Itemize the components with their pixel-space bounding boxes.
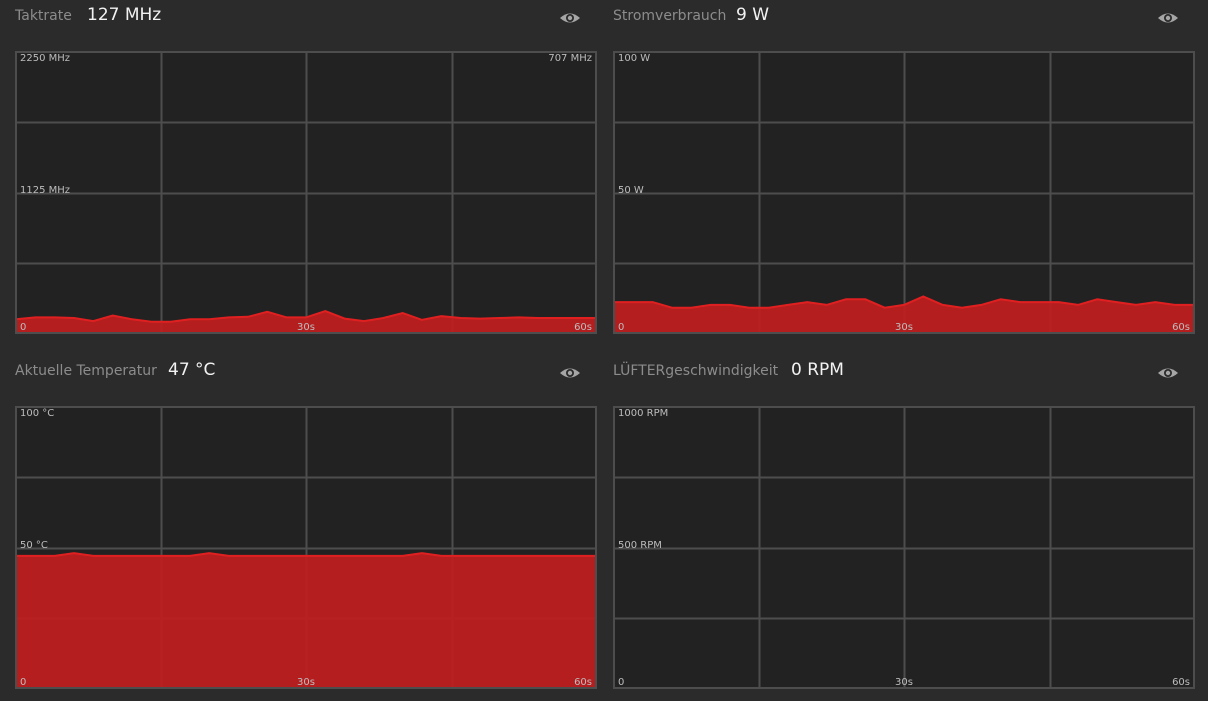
y-max-tick: 100 °C [20, 408, 55, 419]
chart-grid [613, 406, 1195, 689]
x-mid-tick: 30s [895, 677, 913, 688]
temperature-value: 47 °C [168, 360, 216, 380]
eye-icon[interactable] [558, 8, 582, 28]
x-end-tick: 60s [1172, 677, 1190, 688]
x-start-tick: 0 [618, 677, 625, 688]
y-mid-tick: 50 W [618, 185, 644, 196]
x-end-tick: 60s [1172, 322, 1190, 333]
y-mid-tick: 50 °C [20, 540, 48, 551]
clock-speed-value: 127 MHz [87, 5, 162, 25]
power-chart: 100 W 50 W 0 30s 60s [613, 51, 1195, 334]
y-mid-tick: 500 RPM [618, 540, 662, 551]
fan-speed-label: LÜFTERgeschwindigkeit [613, 363, 779, 379]
y-max-tick: 1000 RPM [618, 408, 669, 419]
x-mid-tick: 30s [297, 677, 315, 688]
power-label: Stromverbrauch [613, 8, 727, 24]
clock-speed-panel: Taktrate 127 MHz 2250 MHz 707 MHz 1125 M… [15, 0, 597, 340]
y-max-tick: 100 W [618, 53, 651, 64]
x-end-tick: 60s [574, 322, 592, 333]
eye-icon[interactable] [1156, 8, 1180, 28]
temperature-panel: Aktuelle Temperatur 47 °C 100 °C 50 °C 0… [15, 355, 597, 695]
clock-speed-chart: 2250 MHz 707 MHz 1125 MHz 0 30s 60s [15, 51, 597, 334]
temperature-header: Aktuelle Temperatur 47 °C [15, 355, 597, 391]
x-start-tick: 0 [20, 322, 27, 333]
series-area [16, 553, 596, 688]
x-start-tick: 0 [20, 677, 27, 688]
x-start-tick: 0 [618, 322, 625, 333]
chart-grid [613, 51, 1195, 334]
x-mid-tick: 30s [895, 322, 913, 333]
x-end-tick: 60s [574, 677, 592, 688]
power-panel: Stromverbrauch 9 W 100 W 50 W 0 30s 60s [613, 0, 1195, 340]
eye-icon[interactable] [1156, 363, 1180, 383]
y-max-tick: 2250 MHz [20, 53, 71, 64]
fan-speed-header: LÜFTERgeschwindigkeit 0 RPM [613, 355, 1195, 391]
peak-tick: 707 MHz [548, 53, 592, 64]
power-header: Stromverbrauch 9 W [613, 0, 1195, 36]
fan-speed-chart: 1000 RPM 500 RPM 0 30s 60s [613, 406, 1195, 689]
temperature-chart: 100 °C 50 °C 0 30s 60s [15, 406, 597, 689]
chart-grid [15, 51, 597, 334]
power-value: 9 W [736, 5, 770, 25]
eye-icon[interactable] [558, 363, 582, 383]
temperature-label: Aktuelle Temperatur [15, 363, 157, 379]
fan-speed-value: 0 RPM [791, 360, 844, 380]
y-mid-tick: 1125 MHz [20, 185, 71, 196]
fan-speed-panel: LÜFTERgeschwindigkeit 0 RPM 1000 RPM 500… [613, 355, 1195, 695]
clock-speed-label: Taktrate [15, 8, 72, 24]
x-mid-tick: 30s [297, 322, 315, 333]
clock-speed-header: Taktrate 127 MHz [15, 0, 597, 36]
